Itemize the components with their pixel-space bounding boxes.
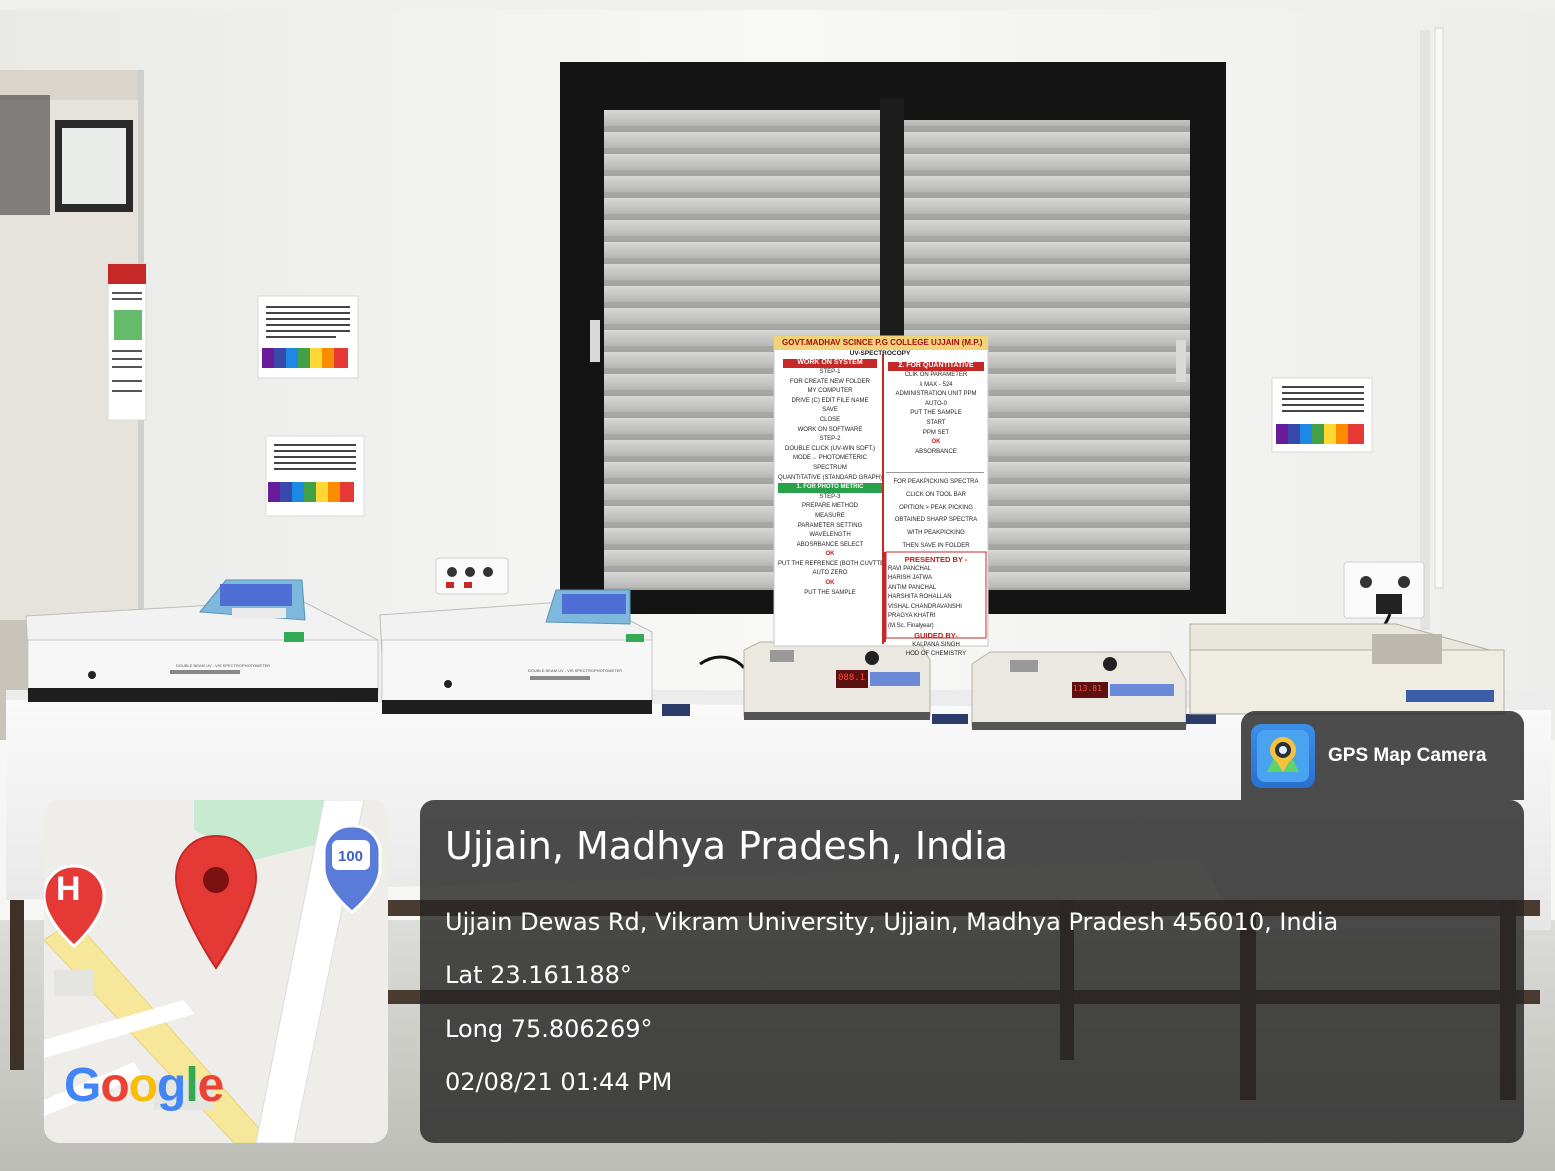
poster-line: QUANTITATIVE (STANDARD GRAPH) <box>778 474 882 481</box>
presented-header: PRESENTED BY - <box>904 555 968 564</box>
poster-line: OBTAINED SHARP SPECTRA <box>894 517 978 524</box>
datetime: 02/08/21 01:44 PM <box>445 1068 673 1096</box>
longitude: Long 75.806269° <box>445 1015 653 1043</box>
poster-line: WORK ON SOFTWARE <box>797 426 863 433</box>
poster-line: λ MAX - 524 <box>919 381 953 388</box>
app-name: GPS Map Camera <box>1328 745 1487 766</box>
poster-line: PPM SET <box>922 429 950 436</box>
poster-line: SPECTRUM <box>813 464 847 471</box>
wall-poster-2 <box>265 435 365 517</box>
poster-line: CLIK ON PARAMETER <box>904 372 968 378</box>
poster-line: ABOSRBANCE SELECT <box>796 541 864 548</box>
poster-subtitle: UV-SPECTROCOPY <box>849 350 911 357</box>
wall-poster-3 <box>1271 377 1373 453</box>
latitude: Lat 23.161188° <box>445 961 632 989</box>
poster-line: WITH PEAKPICKING <box>907 530 965 537</box>
poster-left-column: STEP-1 FOR CREATE NEW FOLDER MY COMPUTER… <box>778 368 882 598</box>
poster-line: PUT THE REFRENCE (BOTH CUVTTE) <box>778 560 882 567</box>
instrument-label-2: DOUBLE BEAM UV - VIS SPECTROPHOTOMETER <box>528 668 623 673</box>
poster-right-header: 2. FOR QUANTITATIVE <box>898 362 974 369</box>
google-logo: Google <box>64 1059 224 1112</box>
instrument-label-1: DOUBLE BEAM UV - VIS SPECTROPHOTOMETER <box>176 663 271 668</box>
poster-line: DRIVE (C) EDIT FILE NAME <box>791 397 869 404</box>
poster-line: START <box>926 419 946 426</box>
poster-line: STEP-2 <box>819 436 841 443</box>
poster-line: ADMINISTRATION UNIT PPM <box>895 391 977 398</box>
poster-line: ABSORBANCE <box>915 448 957 455</box>
poster-line: MEASURE <box>815 512 845 519</box>
poster-line: AUTO-0 <box>925 400 947 407</box>
poster-line: FOR PEAKPICKING SPECTRA <box>893 479 979 485</box>
poster-line: STEP-1 <box>819 369 841 375</box>
presenter: PRAGYA KHATRI <box>888 613 936 619</box>
presenter: RAVI PANCHAL <box>888 565 932 572</box>
route-sign-number: 100 <box>338 848 364 865</box>
poster-line: PUT THE SAMPLE <box>910 410 962 417</box>
presenter: VISHAL CHANDRAVANSHI <box>888 603 962 610</box>
poster-line: CLOSE <box>819 416 841 423</box>
switch-board-left <box>435 557 509 595</box>
poster-presented-by: PRESENTED BY - RAVI PANCHAL HARISH JATWA… <box>888 555 984 660</box>
poster-line: DOUBLE CLICK (UV-WIN SOFT.) <box>784 445 875 452</box>
poster-line: OPITION > PEAK PICKING <box>899 504 973 511</box>
poster-line: WAVELENGTH <box>809 532 851 539</box>
poster-line: CLICK ON TOOL BAR <box>906 491 966 498</box>
poster-line: OK <box>825 551 835 558</box>
poster-line: FOR CREATE NEW FOLDER <box>790 378 870 385</box>
poster-title: GOVT.MADHAV SCINCE P.G COLLEGE UJJAIN (M… <box>782 338 983 347</box>
poster-line: PARAMETER SETTING <box>797 522 863 529</box>
wall-poster-1 <box>257 295 359 379</box>
poster-line: STEP-3 <box>819 493 841 500</box>
poster-line: MY COMPUTER <box>807 388 853 395</box>
poster-line: MODE→ PHOTOMETERIC <box>793 455 867 462</box>
poster-right-column-2: FOR PEAKPICKING SPECTRA CLICK ON TOOL BA… <box>886 476 986 553</box>
hospital-marker-letter: H <box>56 870 81 908</box>
poster-line: PREPARE METHOD <box>802 503 858 510</box>
poster-mid-header: 1. FOR PHOTO METRIC <box>778 483 882 493</box>
poster-left-header: WORK ON SYSTEM <box>797 359 863 366</box>
wall-poster-4 <box>107 263 147 421</box>
presenter: ANTIM PANCHAL <box>888 584 937 591</box>
poster-line: PUT THE SAMPLE <box>804 589 856 596</box>
guided-header: GUIDED BY- <box>914 631 958 640</box>
guide: KALPANA SINGH <box>912 641 960 648</box>
instrument-display-1: 088.1 <box>838 673 866 683</box>
instrument-display-2: 113.81 <box>1073 684 1102 693</box>
table-leg <box>10 900 24 1070</box>
gps-map-camera-icon <box>1251 724 1315 788</box>
poster-line: OK <box>931 439 941 446</box>
poster-line: OK <box>825 580 835 587</box>
presenter: (M.Sc. Finalyear) <box>888 622 934 629</box>
address: Ujjain Dewas Rd, Vikram University, Ujja… <box>445 908 1339 936</box>
poster-line: AUTO ZERO <box>812 570 848 577</box>
place-title: Ujjain, Madhya Pradesh, India <box>445 824 1009 868</box>
presenter: HARISH JATWA <box>888 575 933 581</box>
presenter: HARSHITA ROHALLAN <box>888 594 952 600</box>
poster-line: THEN SAVE IN FOLDER <box>902 542 970 549</box>
poster-line: SAVE <box>822 407 838 414</box>
poster-right-column: CLIK ON PARAMETER λ MAX - 524 ADMINISTRA… <box>886 371 986 457</box>
guide: HOD OF CHEMISTRY <box>905 651 967 657</box>
